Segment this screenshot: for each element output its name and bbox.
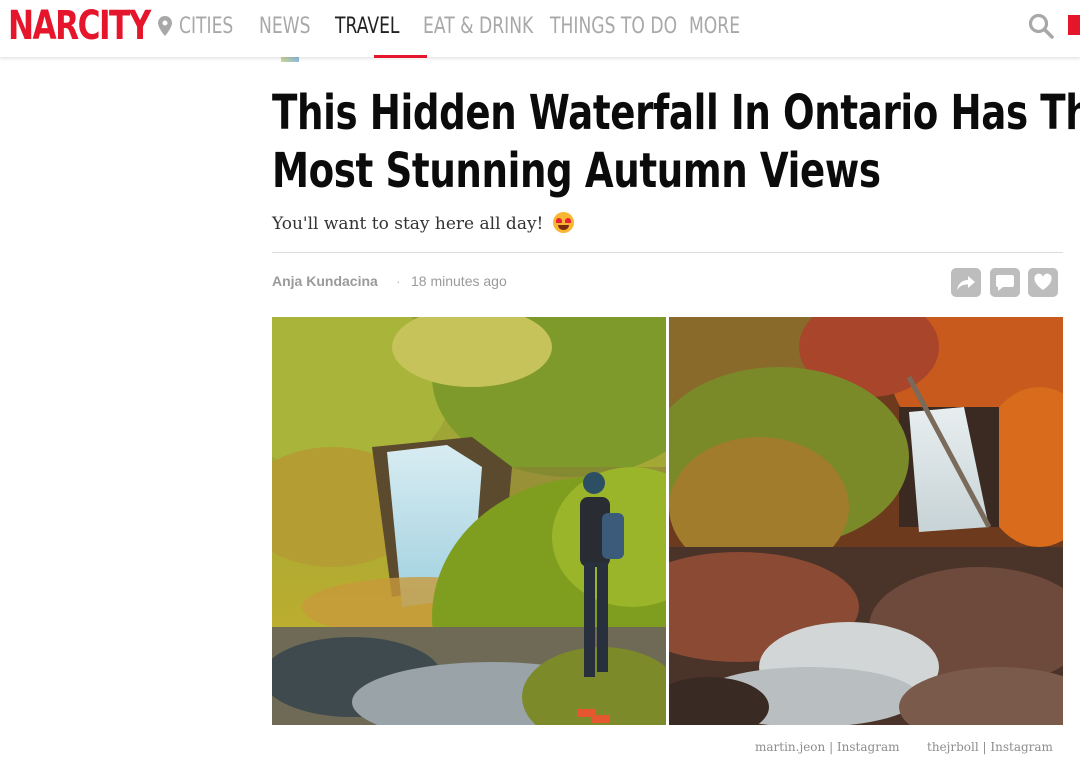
share-icon — [957, 276, 975, 290]
article-subtitle: You'll want to stay here all day! — [272, 212, 574, 234]
share-button[interactable] — [951, 268, 981, 297]
comment-button[interactable] — [990, 268, 1020, 297]
comment-icon — [996, 275, 1014, 291]
map-pin-icon — [158, 16, 172, 36]
nav-item-things-to-do[interactable]: THINGS TO DO — [550, 13, 677, 41]
top-navbar: NARCITY CITIES NEWS TRAVEL EAT & DRINK T… — [0, 0, 1080, 58]
published-time: 18 minutes ago — [411, 273, 507, 289]
heart-eyes-emoji-icon — [552, 212, 574, 233]
nav-item-travel[interactable]: TRAVEL — [335, 13, 399, 41]
canada-flag-icon[interactable] — [1068, 15, 1080, 35]
byline-divider — [272, 252, 1063, 253]
nav-item-eat-drink[interactable]: EAT & DRINK — [423, 13, 533, 41]
narcity-logo[interactable]: NARCITY — [8, 4, 151, 48]
byline-separator: · — [396, 273, 401, 289]
search-icon[interactable] — [1028, 13, 1054, 39]
nav-item-cities[interactable]: CITIES — [179, 13, 233, 41]
article-headline: This Hidden Waterfall In Ontario Has The… — [272, 84, 1080, 200]
subtitle-text: You'll want to stay here all day! — [272, 214, 544, 234]
active-nav-indicator — [374, 55, 427, 58]
author-name[interactable]: Anja Kundacina — [272, 273, 378, 289]
headline-line-2: Most Stunning Autumn Views — [272, 143, 881, 199]
article-photo-autumn-waterfall — [669, 317, 1063, 725]
nav-item-news[interactable]: NEWS — [259, 13, 311, 41]
headline-line-1: This Hidden Waterfall In Ontario Has The — [272, 85, 1080, 141]
nav-item-more[interactable]: MORE — [689, 13, 740, 41]
heart-icon — [1034, 273, 1052, 290]
hero-image-edge — [281, 57, 299, 62]
photo-credit-right: thejrboll | Instagram — [927, 740, 1053, 754]
article-photo-hiker-waterfall — [272, 317, 666, 725]
photo-credit-left: martin.jeon | Instagram — [755, 740, 900, 754]
like-button[interactable] — [1028, 268, 1058, 297]
